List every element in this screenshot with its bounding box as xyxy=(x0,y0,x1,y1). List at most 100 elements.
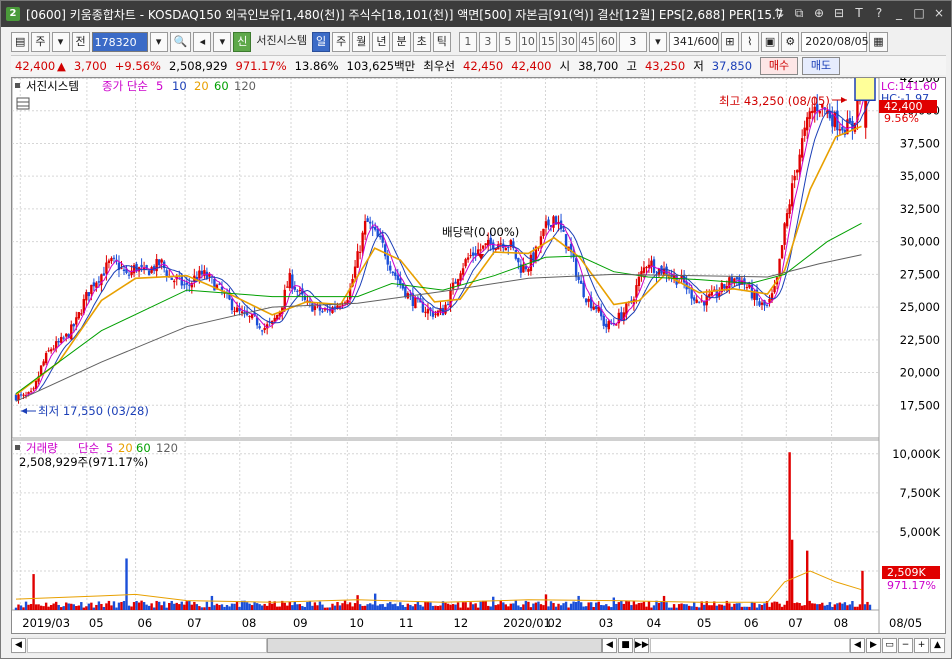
volume-bar[interactable] xyxy=(522,604,525,610)
candle-body[interactable] xyxy=(14,394,18,401)
interval-10-button[interactable]: 10 xyxy=(518,32,537,52)
volume-bar[interactable] xyxy=(411,606,415,610)
volume-bar[interactable] xyxy=(70,603,73,610)
candle-body[interactable] xyxy=(263,327,266,331)
volume-bar[interactable] xyxy=(572,601,575,610)
volume-bar[interactable] xyxy=(185,601,188,610)
volume-bar[interactable] xyxy=(672,604,676,610)
candle-body[interactable] xyxy=(745,287,749,289)
volume-bar[interactable] xyxy=(610,607,613,610)
volume-bar[interactable] xyxy=(750,601,754,610)
volume-bar[interactable] xyxy=(710,605,713,610)
volume-bar[interactable] xyxy=(481,600,485,610)
volume-bar[interactable] xyxy=(552,603,555,610)
candle-body[interactable] xyxy=(665,266,668,276)
candle-body[interactable] xyxy=(273,317,276,322)
volume-bar[interactable] xyxy=(514,600,518,610)
volume-bar[interactable] xyxy=(436,606,440,610)
volume-bar[interactable] xyxy=(434,605,437,610)
candle-body[interactable] xyxy=(233,310,236,312)
volume-bar[interactable] xyxy=(39,605,43,610)
volume-bar[interactable] xyxy=(24,601,28,610)
volume-bar[interactable] xyxy=(439,605,442,610)
candle-body[interactable] xyxy=(132,265,136,274)
candle-body[interactable] xyxy=(92,282,96,287)
volume-bar[interactable] xyxy=(263,603,266,610)
volume-bar[interactable] xyxy=(32,574,35,610)
volume-bar[interactable] xyxy=(356,595,359,610)
volume-bar[interactable] xyxy=(253,601,256,610)
volume-bar[interactable] xyxy=(579,602,583,610)
volume-bar[interactable] xyxy=(527,601,530,610)
volume-bar[interactable] xyxy=(735,603,739,610)
volume-bar[interactable] xyxy=(730,606,734,610)
prev-button[interactable]: 전 xyxy=(71,32,90,52)
volume-bar[interactable] xyxy=(306,602,309,610)
volume-bar[interactable] xyxy=(67,603,70,610)
candle-body[interactable] xyxy=(97,281,101,283)
period-month-tab[interactable]: 월 xyxy=(352,32,371,52)
volume-bar[interactable] xyxy=(595,602,598,610)
volume-bar[interactable] xyxy=(115,607,118,610)
volume-bar[interactable] xyxy=(544,594,548,610)
candle-body[interactable] xyxy=(471,252,475,256)
volume-bar[interactable] xyxy=(318,601,322,610)
candle-body[interactable] xyxy=(582,282,585,298)
volume-bar[interactable] xyxy=(504,604,507,610)
volume-bar[interactable] xyxy=(326,607,329,610)
volume-bar[interactable] xyxy=(446,603,450,610)
volume-bar[interactable] xyxy=(517,605,520,610)
count-input[interactable]: 3 xyxy=(618,32,647,52)
zoom-in-icon[interactable]: + xyxy=(914,637,929,653)
layout-icon[interactable]: ▤ xyxy=(11,32,30,52)
volume-bar[interactable] xyxy=(343,600,347,610)
volume-bar[interactable] xyxy=(703,604,706,610)
volume-bar[interactable] xyxy=(193,601,196,610)
scroll-thumb[interactable] xyxy=(267,637,602,653)
volume-bar[interactable] xyxy=(559,605,563,610)
candle-body[interactable] xyxy=(173,280,176,283)
volume-bar[interactable] xyxy=(198,606,201,610)
volume-bar[interactable] xyxy=(853,606,857,610)
candle-body[interactable] xyxy=(602,315,605,326)
period-minute-tab[interactable]: 분 xyxy=(392,32,411,52)
volume-bar[interactable] xyxy=(110,605,113,610)
volume-bar[interactable] xyxy=(793,603,796,610)
candle-body[interactable] xyxy=(122,269,126,271)
volume-bar[interactable] xyxy=(728,603,731,610)
volume-bar[interactable] xyxy=(454,604,457,610)
volume-bar[interactable] xyxy=(557,603,560,610)
candle-body[interactable] xyxy=(200,270,204,275)
volume-bar[interactable] xyxy=(391,604,394,610)
volume-bar[interactable] xyxy=(260,605,264,610)
volume-bar[interactable] xyxy=(856,606,859,610)
volume-bar[interactable] xyxy=(800,605,804,610)
volume-bar[interactable] xyxy=(426,601,430,610)
volume-bar[interactable] xyxy=(333,605,337,610)
volume-bar[interactable] xyxy=(341,603,344,610)
volume-bar[interactable] xyxy=(806,550,809,610)
candle-body[interactable] xyxy=(389,265,392,271)
candle-body[interactable] xyxy=(785,213,789,227)
volume-bar[interactable] xyxy=(456,602,460,610)
volume-bar[interactable] xyxy=(296,604,299,610)
volume-bar[interactable] xyxy=(42,606,45,610)
volume-bar[interactable] xyxy=(758,604,761,610)
volume-bar[interactable] xyxy=(394,603,397,610)
volume-bar[interactable] xyxy=(117,602,121,610)
volume-bar[interactable] xyxy=(105,603,108,610)
volume-bar[interactable] xyxy=(90,602,93,610)
volume-bar[interactable] xyxy=(200,607,204,610)
volume-bar[interactable] xyxy=(160,605,163,610)
volume-bar[interactable] xyxy=(858,604,862,610)
volume-bar[interactable] xyxy=(406,603,410,610)
volume-bar[interactable] xyxy=(152,607,156,610)
volume-bar[interactable] xyxy=(316,605,319,610)
candle-body[interactable] xyxy=(147,270,151,276)
candle-body[interactable] xyxy=(386,255,389,265)
volume-bar[interactable] xyxy=(37,604,40,610)
candle-body[interactable] xyxy=(466,257,470,260)
volume-bar[interactable] xyxy=(331,603,334,610)
candle-body[interactable] xyxy=(848,118,852,123)
volume-bar[interactable] xyxy=(49,604,53,610)
